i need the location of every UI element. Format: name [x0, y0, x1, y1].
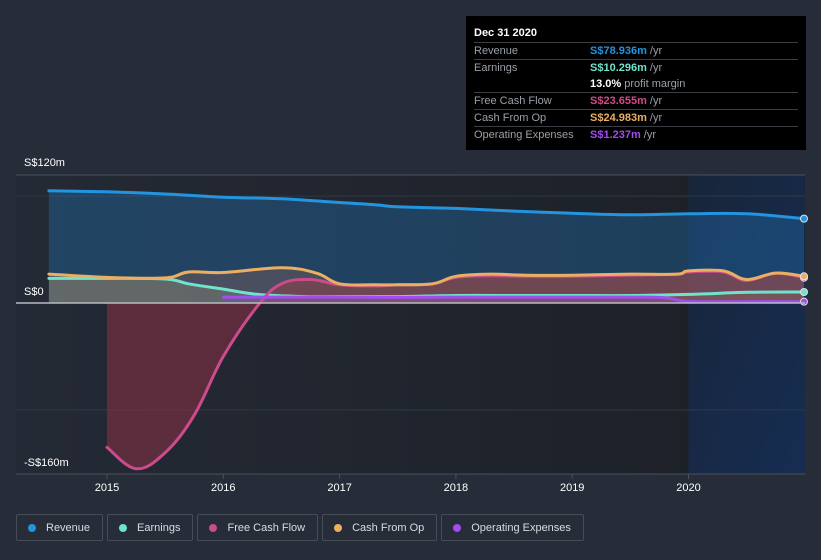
y-tick-label: S$120m [24, 157, 65, 169]
tooltip-unit: /yr [649, 112, 663, 124]
tooltip-row-profit-margin: 13.0% profit margin [474, 76, 798, 92]
end-marker-revenue[interactable] [800, 214, 808, 223]
x-tick-label: 2018 [444, 482, 468, 494]
tooltip-label [474, 76, 590, 92]
y-tick-label: S$0 [24, 286, 44, 298]
tooltip-label: Free Cash Flow [474, 95, 552, 107]
x-tick-label: 2016 [211, 482, 235, 494]
tooltip-row-revenue: Revenue S$78.936m/yr [474, 42, 798, 59]
tooltip-row-cash-from-op: Cash From Op S$24.983m/yr [474, 109, 798, 126]
tooltip-unit: /yr [643, 129, 656, 141]
tooltip-panel: Dec 31 2020 Revenue S$78.936m/yr Earnings S… [466, 16, 806, 150]
tooltip-unit: profit margin [624, 78, 686, 90]
x-tick-label: 2017 [327, 482, 351, 494]
legend-item-operating-expenses[interactable]: Operating Expenses [441, 514, 584, 541]
legend-dot-icon [209, 523, 218, 532]
tooltip-row-operating-expenses: Operating Expenses S$1.237m/yr [474, 126, 798, 143]
legend-item-free-cash-flow[interactable]: Free Cash Flow [197, 514, 319, 541]
tooltip-unit: /yr [649, 45, 663, 57]
tooltip-label: Earnings [474, 62, 518, 74]
legend-dot-icon [453, 523, 462, 532]
tooltip-unit: /yr [649, 62, 663, 74]
legend-label: Earnings [137, 521, 181, 534]
end-marker-operating-expenses[interactable] [800, 297, 808, 306]
tooltip-value: S$10.296m [590, 62, 647, 74]
x-tick-label: 2019 [560, 482, 584, 494]
x-tick-label: 2020 [676, 482, 700, 494]
legend-item-revenue[interactable]: Revenue [16, 514, 104, 541]
legend: Revenue Earnings Free Cash Flow Cash From O… [16, 514, 584, 541]
tooltip-row-free-cash-flow: Free Cash Flow S$23.655m/yr [474, 92, 798, 109]
tooltip-value: S$23.655m [590, 95, 647, 107]
tooltip-date: Dec 31 2020 [474, 27, 537, 39]
tooltip-label: Revenue [474, 45, 519, 57]
tooltip-value: 13.0% [590, 78, 622, 90]
x-tick-label: 2015 [95, 482, 119, 494]
end-marker-cash-from-op[interactable] [800, 272, 808, 281]
legend-label: Cash From Op [352, 521, 425, 534]
legend-label: Operating Expenses [471, 521, 571, 534]
y-tick-label: -S$160m [24, 457, 69, 469]
legend-dot-icon [119, 523, 128, 532]
tooltip-value: S$78.936m [590, 45, 647, 57]
legend-label: Revenue [46, 521, 91, 534]
legend-dot-icon [334, 523, 343, 532]
tooltip-row-earnings: Earnings S$10.296m/yr [474, 59, 798, 76]
legend-dot-icon [28, 523, 36, 532]
tooltip-label: Operating Expenses [474, 129, 574, 141]
end-marker-earnings[interactable] [800, 287, 808, 296]
legend-item-earnings[interactable]: Earnings [107, 514, 194, 541]
legend-label: Free Cash Flow [227, 521, 306, 534]
tooltip-unit: /yr [649, 95, 663, 107]
tooltip-value: S$1.237m [590, 129, 641, 141]
tooltip-label: Cash From Op [474, 112, 547, 124]
tooltip-value: S$24.983m [590, 112, 647, 124]
legend-item-cash-from-op[interactable]: Cash From Op [322, 514, 438, 541]
